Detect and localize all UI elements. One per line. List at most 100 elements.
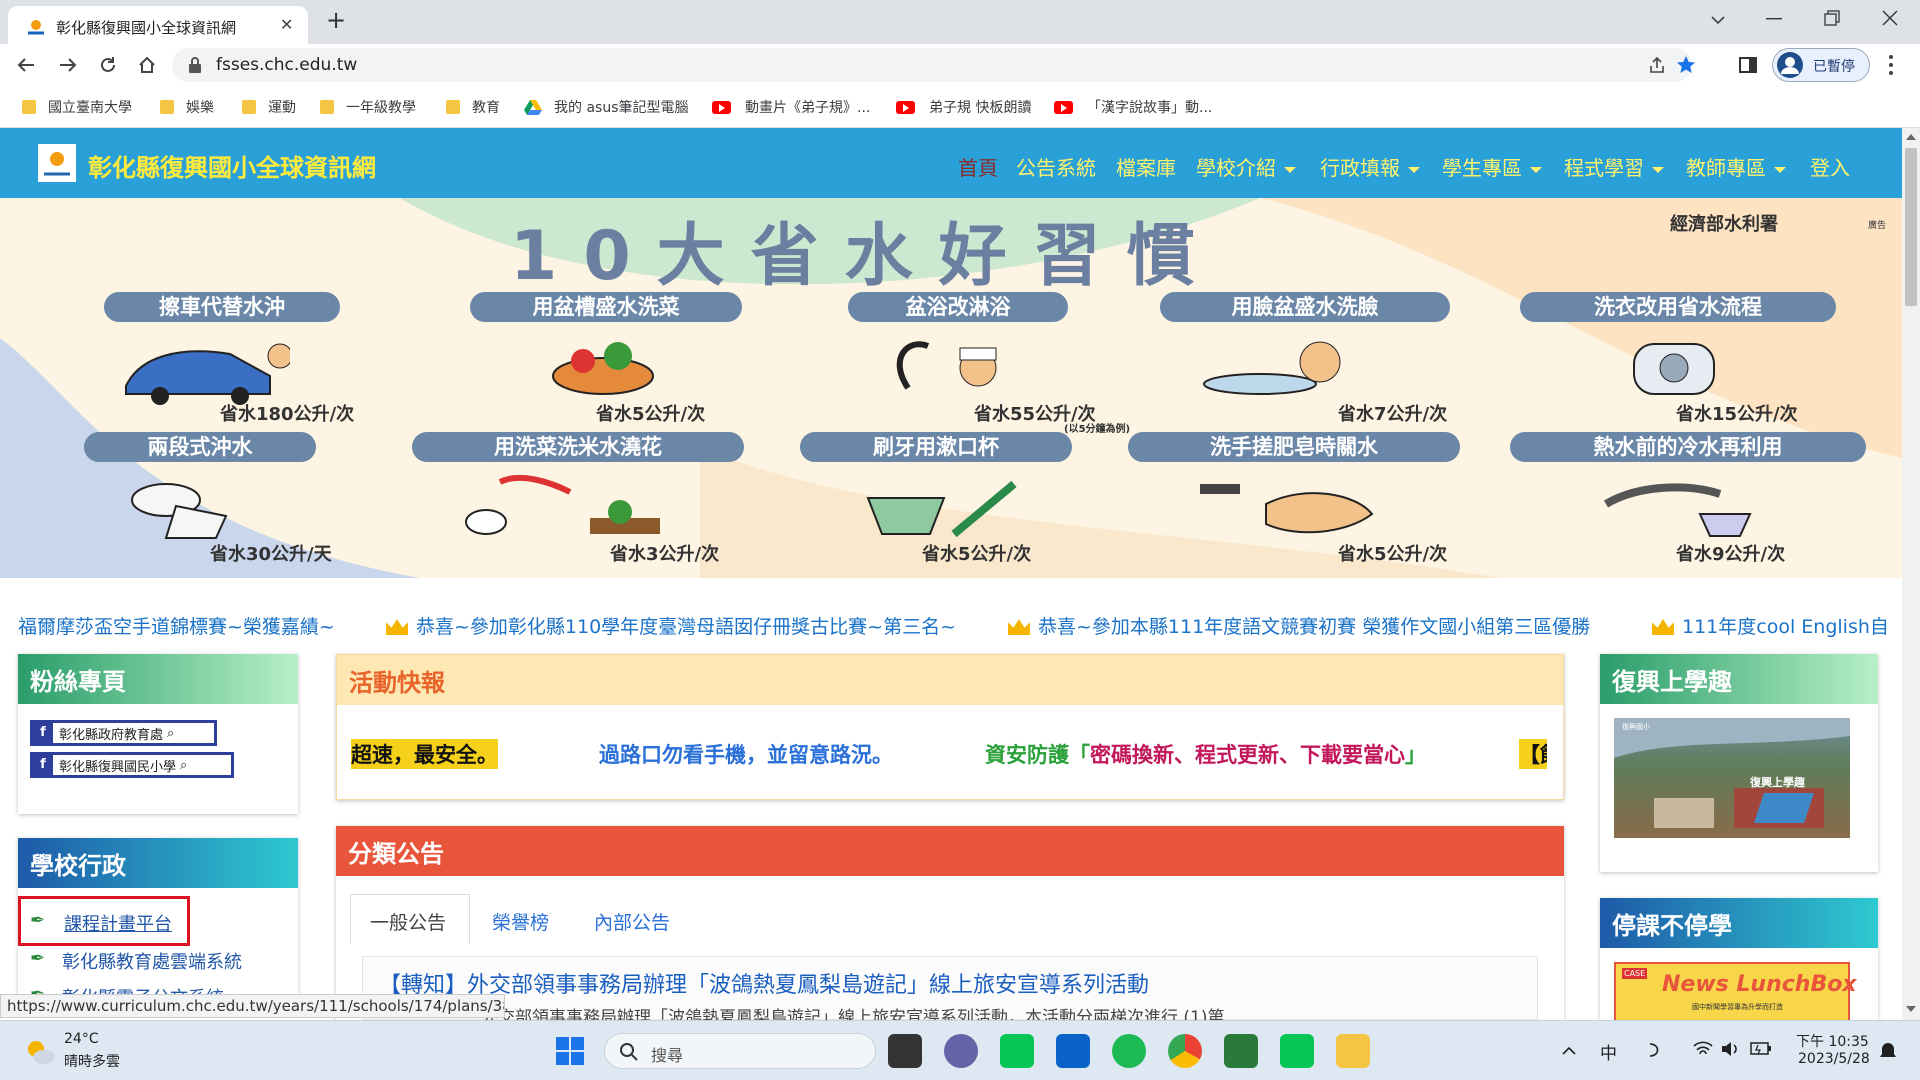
- admin-link-curriculum[interactable]: 課程計畫平台: [64, 910, 172, 936]
- tab-internal[interactable]: 內部公告: [594, 908, 670, 935]
- tab-search-icon[interactable]: [1710, 14, 1726, 26]
- ticker-item[interactable]: 資安防護「密碼換新、程式更新、下載要當心」: [985, 739, 1426, 769]
- announcement-item[interactable]: 【轉知】外交部領事事務局辦理「波鴿熱夏鳳梨島遊記」線上旅安宣導系列活動 外交部領…: [362, 956, 1538, 1020]
- bookmark-item[interactable]: 「漢字說故事」動...: [1054, 97, 1212, 117]
- ticker-item[interactable]: 【飲: [1519, 739, 1547, 769]
- spotify-icon[interactable]: [1112, 1034, 1146, 1068]
- line-icon[interactable]: [1280, 1034, 1314, 1068]
- windows-start-icon[interactable]: [556, 1037, 584, 1065]
- bookmark-item[interactable]: 弟子規 快板朗讀: [896, 97, 1031, 117]
- youtube-icon: [896, 100, 915, 114]
- water-saving-banner[interactable]: 10大省水好習慣 經濟部水利署 廣告 擦車代替水沖 用盆槽盛水洗菜 盆浴改淋浴 …: [0, 198, 1902, 578]
- marquee-item[interactable]: 恭喜~參加本縣111年度語文競賽初賽 榮獲作文國小組第三區優勝: [1008, 612, 1590, 639]
- admin-link-docs[interactable]: 彰化縣電子公文系統: [62, 984, 224, 994]
- bookmark-item[interactable]: 國立臺南大學: [22, 97, 132, 117]
- url-text[interactable]: fsses.chc.edu.tw: [216, 55, 357, 75]
- bookmark-item[interactable]: 動畫片《弟子規》...: [712, 97, 870, 117]
- ticker-item[interactable]: 過路口勿看手機，並留意路況。: [599, 739, 893, 769]
- facebook-icon: f: [33, 755, 53, 775]
- tab-general[interactable]: 一般公告: [370, 908, 446, 935]
- nav-announcements[interactable]: 公告系統: [1016, 152, 1096, 181]
- nav-files[interactable]: 檔案庫: [1116, 152, 1176, 181]
- minimize-icon[interactable]: [1766, 18, 1782, 20]
- chrome-icon[interactable]: [1168, 1034, 1202, 1068]
- fuxing-video-thumbnail[interactable]: 復興國小 復興上學趣: [1614, 718, 1850, 838]
- nav-login[interactable]: 登入: [1810, 152, 1850, 181]
- file-explorer-icon[interactable]: [1336, 1034, 1370, 1068]
- mail-icon[interactable]: [1056, 1034, 1090, 1068]
- volume-icon[interactable]: [1720, 1039, 1742, 1059]
- menu-dots-icon[interactable]: [1888, 54, 1894, 76]
- nav-students[interactable]: 學生專區: [1442, 152, 1542, 181]
- battery-icon[interactable]: [1750, 1041, 1772, 1057]
- fb-edu-dept-button[interactable]: f 彰化縣政府教育處 ⌕: [30, 720, 217, 746]
- nav-teachers[interactable]: 教師專區: [1686, 152, 1786, 181]
- new-tab-button[interactable]: +: [326, 6, 346, 34]
- nav-coding[interactable]: 程式學習: [1564, 152, 1664, 181]
- hand-wash-illustration: [1200, 484, 1374, 534]
- car-wash-illustration: [125, 343, 290, 405]
- noclass-panel: 停課不停學 CASE News LunchBox 國中新聞學習專為升學而打造: [1600, 898, 1878, 1020]
- task-view-icon[interactable]: [888, 1034, 922, 1068]
- school-logo-icon[interactable]: [38, 144, 76, 182]
- news-lunchbox-banner[interactable]: CASE News LunchBox 國中新聞學習專為升學而打造: [1614, 962, 1857, 1020]
- marquee-item[interactable]: 福爾摩莎盃空手道錦標賽~榮獲嘉績~: [18, 612, 335, 639]
- tip-title: 洗手搓肥皂時關水: [1128, 432, 1460, 462]
- bookmark-item[interactable]: 一年級教學: [320, 97, 416, 117]
- share-icon[interactable]: [1648, 56, 1666, 74]
- clock-time[interactable]: 下午 10:35: [1796, 1031, 1869, 1051]
- ticker-item[interactable]: 超速，最安全。: [351, 739, 498, 769]
- banner-sponsor: 經濟部水利署: [1670, 214, 1778, 235]
- bookmark-star-icon[interactable]: [1676, 55, 1696, 75]
- marquee-item[interactable]: 111年度cool English自: [1652, 612, 1889, 639]
- bookmark-item[interactable]: 娛樂: [160, 97, 214, 117]
- notification-icon[interactable]: [1878, 1041, 1898, 1061]
- bookmark-item[interactable]: 教育: [446, 97, 500, 117]
- teams-icon[interactable]: [944, 1034, 978, 1068]
- bookmark-item[interactable]: 我的 asus筆記型電腦: [524, 97, 689, 117]
- weather-icon[interactable]: [24, 1035, 56, 1067]
- profile-button[interactable]: 已暫停: [1772, 48, 1870, 82]
- youtube-icon: [712, 100, 731, 114]
- taskbar-search[interactable]: 搜尋: [604, 1033, 876, 1069]
- tip-saving: 省水5公升/次: [922, 544, 1032, 565]
- app-icon[interactable]: [1224, 1034, 1258, 1068]
- clock-date[interactable]: 2023/5/28: [1798, 1051, 1870, 1067]
- lock-icon[interactable]: [188, 57, 202, 73]
- scroll-thumb[interactable]: [1905, 148, 1917, 306]
- case-badge: CASE: [1622, 968, 1648, 979]
- tab-honors[interactable]: 榮譽榜: [492, 908, 549, 935]
- wifi-icon[interactable]: [1692, 1039, 1714, 1059]
- fb-school-button[interactable]: f 彰化縣復興國民小學 ⌕: [30, 752, 234, 778]
- nav-admin-report[interactable]: 行政填報: [1320, 152, 1420, 181]
- news-ticker: 超速，最安全。 過路口勿看手機，並留意路況。 資安防護「密碼換新、程式更新、下載…: [351, 737, 1547, 769]
- close-window-icon[interactable]: [1882, 10, 1898, 26]
- folder-icon: [446, 100, 460, 114]
- tab-title: 彰化縣復興國小全球資訊網: [56, 19, 237, 37]
- nav-home[interactable]: 首頁: [958, 152, 998, 181]
- address-bar[interactable]: fsses.chc.edu.tw: [172, 48, 1695, 82]
- admin-link-cloud[interactable]: 彰化縣教育處雲端系統: [62, 948, 242, 974]
- reload-icon[interactable]: [98, 55, 118, 75]
- nav-school-intro[interactable]: 學校介紹: [1196, 152, 1296, 181]
- page-scrollbar[interactable]: [1902, 128, 1920, 1020]
- campus-aerial-image: [1614, 718, 1850, 828]
- chevron-up-icon[interactable]: [1562, 1047, 1576, 1055]
- home-icon[interactable]: [137, 55, 157, 75]
- tab-close-icon[interactable]: ✕: [280, 15, 293, 34]
- forward-icon[interactable]: [58, 55, 78, 75]
- back-icon[interactable]: [16, 55, 36, 75]
- restore-icon[interactable]: [1824, 10, 1840, 26]
- site-title[interactable]: 彰化縣復興國小全球資訊網: [88, 148, 376, 183]
- side-panel-icon[interactable]: [1738, 55, 1758, 75]
- ime-indicator[interactable]: 中: [1600, 1039, 1617, 1064]
- bookmark-item[interactable]: 運動: [242, 97, 296, 117]
- scroll-up-icon[interactable]: [1906, 134, 1916, 140]
- scroll-down-icon[interactable]: [1906, 1006, 1916, 1012]
- marquee-item[interactable]: 恭喜~參加彰化縣110學年度臺灣母語囡仔冊獎古比賽~第三名~: [386, 612, 956, 639]
- line-icon[interactable]: [1000, 1034, 1034, 1068]
- browser-tab[interactable]: 彰化縣復興國小全球資訊網 ✕: [8, 6, 308, 44]
- tip-title: 擦車代替水沖: [104, 292, 340, 322]
- ime-mode-icon[interactable]: [1646, 1041, 1664, 1059]
- hot-water-illustration: [1603, 483, 1752, 537]
